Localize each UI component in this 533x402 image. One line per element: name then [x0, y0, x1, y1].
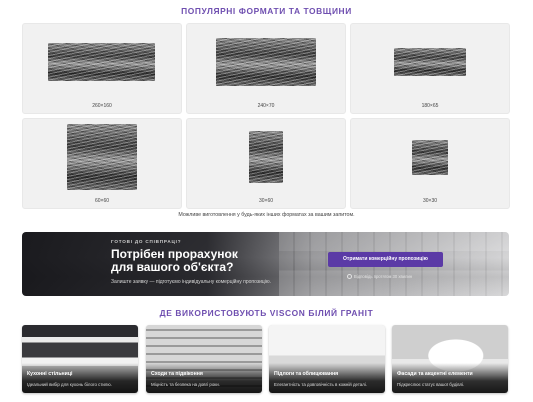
format-card-30x60[interactable]: 30×60 — [186, 118, 346, 209]
usage-card-title: Сходи та підвіконня — [151, 371, 203, 377]
granite-tile-image — [249, 131, 283, 183]
usage-card-desc: Ідеальний вибір для кухонь білого стилю. — [27, 382, 112, 387]
format-card-240x70[interactable]: 240×70 — [186, 23, 346, 114]
usage-card-floors[interactable]: Підлоги та облицювання Елегантність та д… — [269, 325, 385, 393]
usage-card-desc: Підкреслює статус вашої будівлі. — [397, 382, 465, 387]
cta-kicker: ГОТОВІ ДО СПІВПРАЦІ? — [111, 239, 182, 244]
usage-card-countertops[interactable]: Кухонні стільниці Ідеальний вибір для ку… — [22, 325, 138, 393]
cta-banner: ГОТОВІ ДО СПІВПРАЦІ? Потрібен прорахунок… — [22, 232, 509, 296]
clock-icon — [347, 274, 352, 280]
cta-headline: Потрібен прорахунок для вашого об'єкта? — [111, 248, 311, 274]
usage-card-title: Підлоги та облицювання — [274, 371, 339, 377]
format-card-180x65[interactable]: 180×65 — [350, 23, 510, 114]
cta-headline-line2: для вашого об'єкта? — [111, 260, 234, 274]
format-label: 60×60 — [94, 198, 110, 204]
usage-section-title: ДЕ ВИКОРИСТОВУЮТЬ VISCON БІЛИЙ ГРАНІТ — [159, 308, 374, 318]
format-label: 30×30 — [422, 198, 438, 204]
format-label: 30×60 — [258, 198, 274, 204]
response-note: Відповідь протягом 30 хвилин — [347, 274, 413, 280]
usage-card-title: Фасади та акцентні елементи — [397, 371, 473, 377]
format-label: 240×70 — [257, 103, 275, 109]
get-offer-button[interactable]: Отримати комерційну пропозицію — [328, 252, 443, 267]
granite-tile-image — [412, 140, 448, 175]
granite-slab-image — [394, 48, 466, 76]
granite-slab-image — [216, 38, 316, 86]
format-label: 260×160 — [92, 103, 112, 109]
format-card-30x30[interactable]: 30×30 — [350, 118, 510, 209]
cta-subtext: Залиште заявку — підготуємо індивідуальн… — [111, 279, 272, 285]
format-card-60x60[interactable]: 60×60 — [22, 118, 182, 209]
usage-card-desc: Міцність та безпека на довгі роки. — [151, 382, 220, 387]
format-label: 180×65 — [421, 103, 439, 109]
granite-slab-image — [48, 43, 155, 81]
formats-section-title: ПОПУЛЯРНІ ФОРМАТИ ТА ТОВЩИНИ — [181, 6, 352, 16]
usage-card-title: Кухонні стільниці — [27, 371, 73, 377]
granite-tile-image — [67, 124, 137, 190]
usage-card-desc: Елегантність та довговічність в кожній д… — [274, 382, 367, 387]
format-card-260x160[interactable]: 260×160 — [22, 23, 182, 114]
formats-note: Можливе виготовлення у будь-яких інших ф… — [178, 212, 355, 218]
response-note-text: Відповідь протягом 30 хвилин — [354, 274, 413, 279]
usage-card-facades[interactable]: Фасади та акцентні елементи Підкреслює с… — [392, 325, 508, 393]
usage-card-stairs[interactable]: Сходи та підвіконня Міцність та безпека … — [146, 325, 262, 393]
